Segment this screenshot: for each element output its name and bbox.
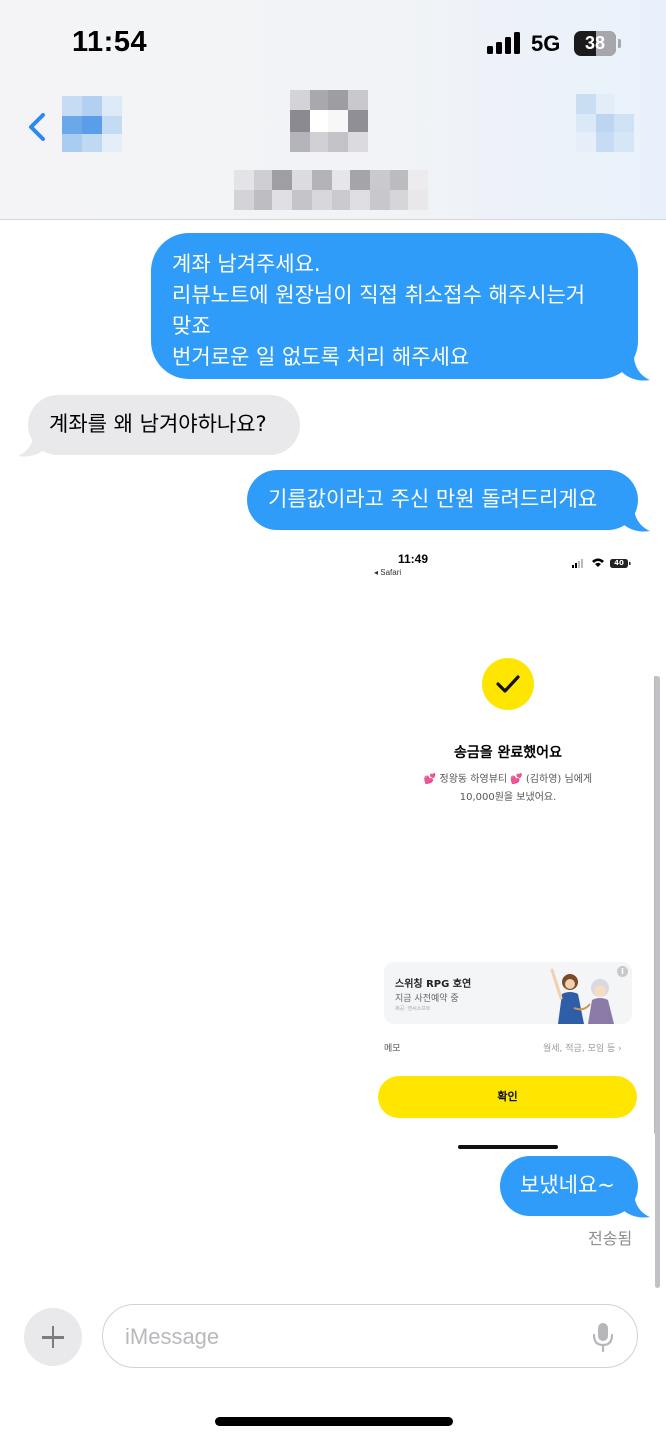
confirm-button[interactable]: 확인 [378,1076,637,1118]
network-type: 5G [531,31,561,56]
message-line: 번거로운 일 없도록 처리 해주세요 [172,345,470,369]
contact-name-blurred [234,170,428,210]
message-input-placeholder: iMessage [125,1324,220,1349]
amount-line: 10,000원을 보냈어요. [459,792,557,803]
bubble-tail [620,507,650,532]
back-button[interactable] [20,92,130,156]
message-line: 맞죠 [172,314,211,338]
ad-sponsor: 제공: 엔씨소프트 [395,1006,431,1012]
ad-title: 스위칭 RPG 호연 [395,979,472,990]
status-time: 11:54 [72,26,148,58]
message-bubble-outgoing[interactable]: 계좌 남겨주세요. 리뷰노트에 원장님이 직접 취소접수 해주시는거 맞죠 번거… [151,233,638,379]
message-line: 계좌 남겨주세요. [172,252,321,276]
memo-hint[interactable]: 월세, 적금, 모임 등 › [543,1041,622,1054]
message-bubble-incoming[interactable]: 계좌를 왜 남겨야하나요? [28,395,300,455]
message-bubble-outgoing[interactable]: 기름값이라고 주신 만원 돌려드리게요 [247,470,638,530]
ad-subtitle: 지금 사전예약 중 [395,994,459,1004]
ad-illustration [550,968,614,1024]
battery-nub [618,39,621,48]
apps-plus-button[interactable] [24,1308,82,1366]
attachment-back-safari: ◂ Safari [374,568,402,577]
attachment-home-indicator [458,1145,558,1149]
ad-info-icon[interactable]: i [617,966,628,977]
bubble-tail [18,432,48,457]
back-chevron-icon [29,113,45,141]
memo-label: 메모 [384,1044,401,1054]
signal-icon [487,32,521,54]
avatar [290,90,368,152]
video-call-button-blurred[interactable] [576,94,634,152]
bubble-tail [620,1193,650,1218]
recipient-line: 💕 정왕동 하영뷰티 💕 (김하영) 님에게 [423,774,593,785]
delivered-status: 전송됨 [588,1229,633,1248]
checkmark-icon [482,658,534,710]
attachment-status-time: 11:49 [398,552,429,566]
contact-info-blurred[interactable] [234,90,428,212]
transfer-complete-title: 송금을 완료했어요 [454,745,562,761]
image-attachment[interactable]: 11:49 ◂ Safari 40 송금을 완료했어요 💕 정왕동 하영뷰티 💕… [360,540,666,1160]
battery-level: 38 [584,33,606,53]
message-line: 기름값이라고 주신 만원 돌려드리게요 [268,487,598,511]
conversation-header: 11:54 5G 38 [0,0,666,220]
message-line: 리뷰노트에 원장님이 직접 취소접수 해주시는거 [172,283,586,307]
scrollbar[interactable] [655,676,660,1288]
message-bubble-outgoing[interactable]: 보냈네요~ [500,1156,638,1216]
bubble-tail [620,356,650,381]
attachment-battery-level: 40 [614,559,624,567]
battery-icon: 38 [574,31,616,56]
microphone-icon[interactable] [591,1321,615,1353]
ad-banner[interactable]: 스위칭 RPG 호연 지금 사전예약 중 제공: 엔씨소프트 i [384,962,632,1024]
home-indicator [215,1417,453,1426]
message-line: 계좌를 왜 남겨야하나요? [49,412,267,436]
unread-count-blurred [62,96,122,152]
message-input[interactable]: iMessage [102,1304,638,1368]
